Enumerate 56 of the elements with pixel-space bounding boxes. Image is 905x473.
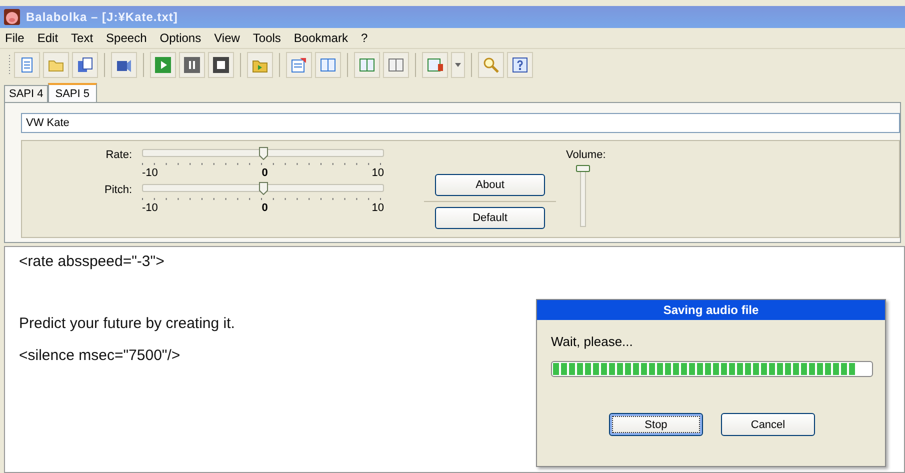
max-value: 10 (372, 167, 384, 179)
stop-button[interactable]: Stop (609, 413, 703, 436)
notes-icon (290, 56, 308, 74)
dialog-title: Saving audio file (537, 300, 885, 320)
text-line: <silence msec="7500"/> (19, 347, 182, 365)
mid-value: 0 (262, 167, 268, 179)
menu-item[interactable]: Edit (37, 31, 58, 45)
play-button[interactable] (150, 52, 176, 78)
notes-button[interactable] (286, 52, 312, 78)
slider-thumb[interactable] (259, 182, 268, 195)
menu-item[interactable]: Speech (106, 31, 147, 45)
text-editor[interactable]: <rate absspeed="-3"> Predict your future by creating it. <silence msec="7500"/> Saving audio file Wait, please... Stop Cancel (4, 246, 905, 473)
voice-field[interactable]: VW Kate (21, 113, 900, 133)
volume-label: Volume: (566, 149, 606, 161)
window-title: Balabolka – [J:¥Kate.txt] (26, 10, 178, 24)
help-icon (511, 56, 529, 74)
slider-track[interactable] (142, 184, 384, 192)
text-line: Predict your future by creating it. (19, 315, 236, 333)
text-line: <rate absspeed="-3"> (19, 253, 166, 271)
help-button[interactable] (507, 52, 533, 78)
tab[interactable]: SAPI 5 (48, 83, 96, 102)
about-button[interactable]: About (435, 174, 545, 196)
menu-item[interactable]: View (214, 31, 240, 45)
slider-track[interactable] (142, 149, 384, 157)
play-icon (154, 56, 172, 74)
folder-button[interactable] (247, 52, 273, 78)
menu-item[interactable]: Tools (252, 31, 281, 45)
min-value: -10 (142, 202, 158, 214)
menu-item[interactable]: ? (360, 31, 368, 45)
slider-label: Rate: (104, 149, 132, 163)
default-button[interactable]: Default (435, 207, 545, 229)
volume-slider-track[interactable] (576, 165, 590, 228)
slider-label: Pitch: (103, 184, 132, 198)
dialog-message: Wait, please... (551, 334, 634, 349)
menu-item[interactable]: Options (160, 31, 202, 45)
menu-item[interactable]: Text (71, 31, 94, 45)
stop-icon (212, 56, 230, 74)
dropdown-arrow-icon (455, 63, 461, 67)
search-icon (482, 56, 500, 74)
pause-icon (183, 56, 201, 74)
documents-button[interactable] (72, 52, 98, 78)
new-file-button[interactable] (14, 52, 40, 78)
cancel-button[interactable]: Cancel (721, 413, 815, 436)
menu-item[interactable]: Bookmark (294, 31, 348, 45)
search-button[interactable] (478, 52, 504, 78)
min-value: -10 (142, 167, 158, 179)
documents-icon (76, 56, 94, 74)
menu-item[interactable]: File (5, 31, 24, 45)
stop-button[interactable] (208, 52, 234, 78)
volume-slider-thumb[interactable] (576, 165, 590, 172)
tab[interactable]: SAPI 4 (4, 85, 48, 102)
pause-button[interactable] (179, 52, 205, 78)
slider-thumb[interactable] (259, 147, 268, 160)
mid-value: 0 (262, 202, 268, 214)
max-value: 10 (372, 202, 384, 214)
dropdown-arrow-button[interactable] (451, 52, 465, 78)
